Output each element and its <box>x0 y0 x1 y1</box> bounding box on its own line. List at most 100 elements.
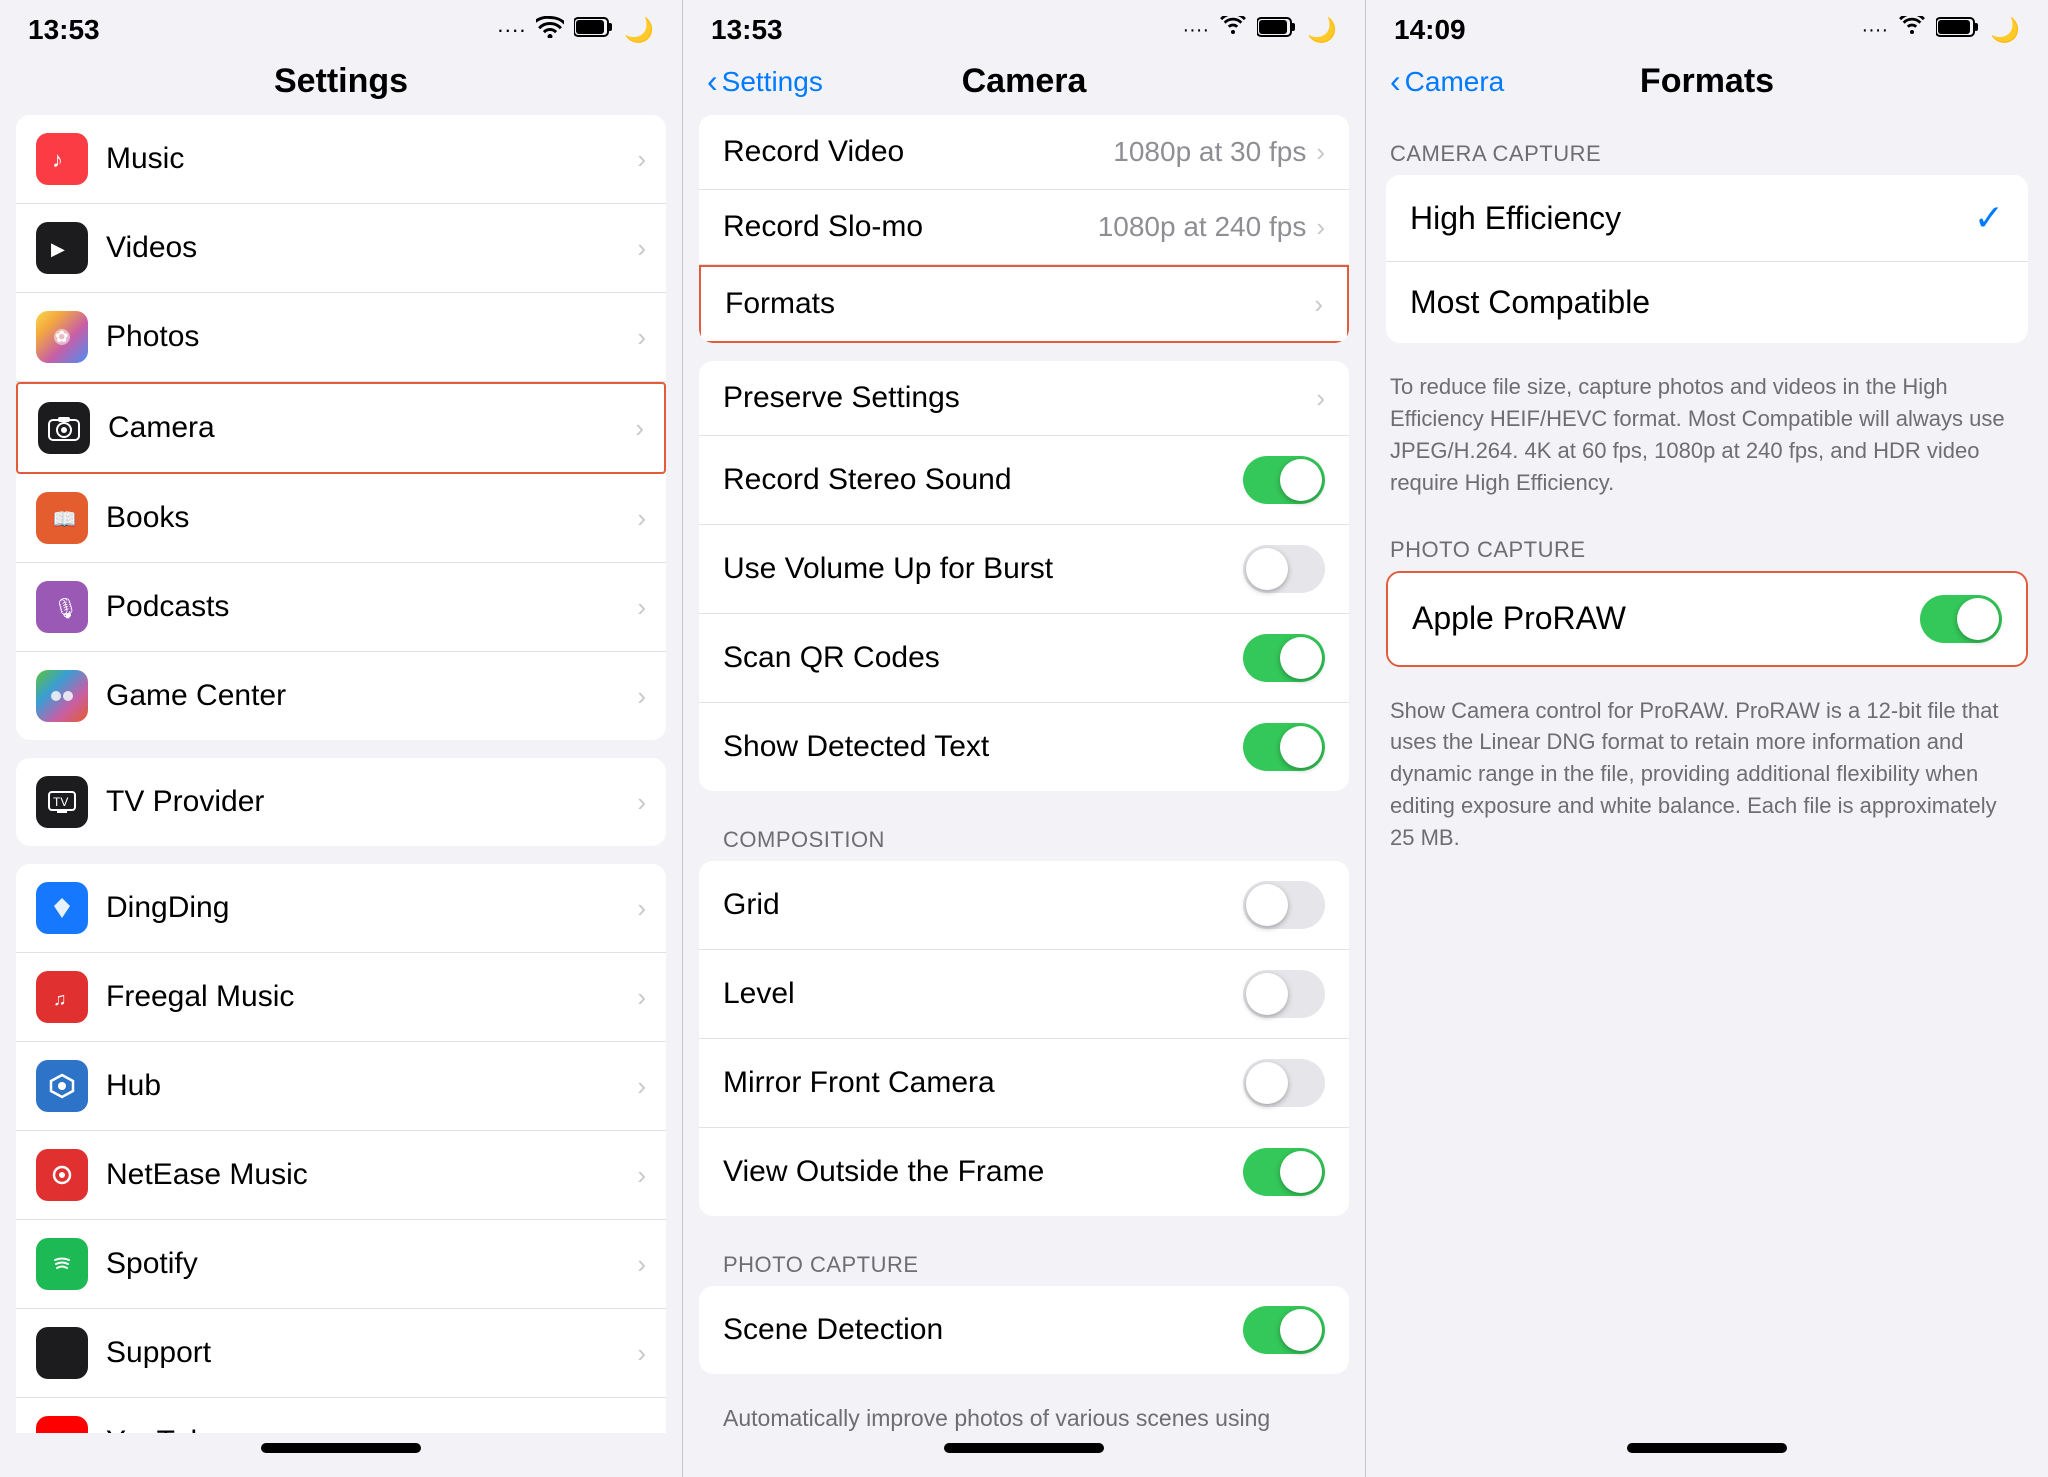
dingding-label: DingDing <box>106 891 637 925</box>
mirror-front-toggle[interactable] <box>1243 1059 1325 1107</box>
time-3: 14:09 <box>1394 14 1466 46</box>
camera-icon <box>38 402 90 454</box>
back-button-3[interactable]: ‹ Camera <box>1390 63 1504 100</box>
sidebar-item-hub[interactable]: Hub › <box>16 1042 666 1131</box>
sidebar-item-support[interactable]: Support › <box>16 1309 666 1398</box>
chevron-books: › <box>637 503 646 534</box>
moon-icon-3: 🌙 <box>1990 16 2020 45</box>
show-text-toggle[interactable] <box>1243 723 1325 771</box>
scan-qr-toggle[interactable] <box>1243 634 1325 682</box>
svg-text:♫: ♫ <box>53 989 67 1009</box>
formats-item[interactable]: Formats › <box>699 265 1349 343</box>
support-icon <box>36 1327 88 1379</box>
sidebar-item-camera[interactable]: Camera › <box>16 382 666 474</box>
svg-text:📖: 📖 <box>52 509 76 531</box>
tvprovider-label: TV Provider <box>106 785 637 819</box>
nav-bar-3: ‹ Camera Formats <box>1366 54 2048 115</box>
level-item[interactable]: Level <box>699 950 1349 1039</box>
sidebar-item-tvprovider[interactable]: TV TV Provider › <box>16 758 666 846</box>
grid-item[interactable]: Grid <box>699 861 1349 950</box>
view-outside-item[interactable]: View Outside the Frame <box>699 1128 1349 1216</box>
back-label-2: Settings <box>722 66 823 98</box>
record-slomo-label: Record Slo-mo <box>723 210 1098 244</box>
sidebar-item-dingding[interactable]: DingDing › <box>16 864 666 953</box>
sidebar-item-gamecenter[interactable]: Game Center › <box>16 652 666 740</box>
scene-detection-item[interactable]: Scene Detection <box>699 1286 1349 1374</box>
sidebar-item-videos[interactable]: ▶ Videos › <box>16 204 666 293</box>
status-icons-2: ···· 🌙 <box>1182 16 1337 45</box>
scene-detection-toggle[interactable] <box>1243 1306 1325 1354</box>
formats-scroll[interactable]: CAMERA CAPTURE High Efficiency ✓ Most Co… <box>1366 115 2048 1433</box>
signal-icon-2: ···· <box>1182 19 1209 42</box>
settings-group-1: ♪ Music › ▶ Videos › ✿ <box>16 115 666 740</box>
view-outside-toggle[interactable] <box>1243 1148 1325 1196</box>
photos-label: Photos <box>106 320 637 354</box>
settings-scroll[interactable]: ♪ Music › ▶ Videos › ✿ <box>0 115 682 1433</box>
sidebar-item-netease[interactable]: NetEase Music › <box>16 1131 666 1220</box>
record-stereo-item[interactable]: Record Stereo Sound <box>699 436 1349 525</box>
sidebar-item-youtube[interactable]: YouTube › <box>16 1398 666 1433</box>
sidebar-item-books[interactable]: 📖 Books › <box>16 474 666 563</box>
support-label: Support <box>106 1336 637 1370</box>
show-text-label: Show Detected Text <box>723 730 1243 764</box>
tvprovider-icon: TV <box>36 776 88 828</box>
volume-burst-item[interactable]: Use Volume Up for Burst <box>699 525 1349 614</box>
composition-group: Grid Level Mirror Front Camera View Outs… <box>699 861 1349 1216</box>
formats-panel: 14:09 ···· 🌙 ‹ Camera Formats CAMERA CAP… <box>1365 0 2048 1477</box>
mirror-front-label: Mirror Front Camera <box>723 1066 1243 1100</box>
high-efficiency-label: High Efficiency <box>1410 200 1974 237</box>
formats-chevron: › <box>1314 289 1323 320</box>
formats-label: Formats <box>725 287 1314 321</box>
sidebar-item-music[interactable]: ♪ Music › <box>16 115 666 204</box>
record-stereo-label: Record Stereo Sound <box>723 463 1243 497</box>
back-button-2[interactable]: ‹ Settings <box>707 63 823 100</box>
proraw-description: Show Camera control for ProRAW. ProRAW i… <box>1366 685 2048 874</box>
chevron-music: › <box>637 144 646 175</box>
svg-text:🎙: 🎙 <box>53 598 76 620</box>
status-icons-3: ···· 🌙 <box>1861 16 2020 45</box>
battery-icon-2 <box>1257 16 1297 44</box>
camera-capture-group: High Efficiency ✓ Most Compatible <box>1386 175 2028 343</box>
record-stereo-toggle[interactable] <box>1243 456 1325 504</box>
view-outside-label: View Outside the Frame <box>723 1155 1243 1189</box>
apple-proraw-item[interactable]: Apple ProRAW <box>1388 573 2026 665</box>
grid-label: Grid <box>723 888 1243 922</box>
home-bar-3 <box>1366 1433 2048 1477</box>
chevron-support: › <box>637 1338 646 1369</box>
sidebar-item-freegal[interactable]: ♫ Freegal Music › <box>16 953 666 1042</box>
netease-icon <box>36 1149 88 1201</box>
preserve-settings-label: Preserve Settings <box>723 381 1316 415</box>
level-toggle[interactable] <box>1243 970 1325 1018</box>
camera-scroll[interactable]: Record Video 1080p at 30 fps › Record Sl… <box>683 115 1365 1433</box>
books-label: Books <box>106 501 637 535</box>
sidebar-item-photos[interactable]: ✿ Photos › <box>16 293 666 382</box>
volume-burst-toggle[interactable] <box>1243 545 1325 593</box>
photo-capture-group-2: Scene Detection <box>699 1286 1349 1374</box>
most-compatible-label: Most Compatible <box>1410 284 2004 321</box>
gamecenter-label: Game Center <box>106 679 637 713</box>
camera-group-1: Record Video 1080p at 30 fps › Record Sl… <box>699 115 1349 343</box>
proraw-toggle[interactable] <box>1920 595 2002 643</box>
sidebar-item-podcasts[interactable]: 🎙 Podcasts › <box>16 563 666 652</box>
grid-toggle[interactable] <box>1243 881 1325 929</box>
most-compatible-item[interactable]: Most Compatible <box>1386 262 2028 343</box>
show-text-item[interactable]: Show Detected Text <box>699 703 1349 791</box>
high-efficiency-item[interactable]: High Efficiency ✓ <box>1386 175 2028 262</box>
hub-icon <box>36 1060 88 1112</box>
photo-capture-group-3: Apple ProRAW <box>1386 571 2028 667</box>
books-icon: 📖 <box>36 492 88 544</box>
record-video-item[interactable]: Record Video 1080p at 30 fps › <box>699 115 1349 190</box>
mirror-front-item[interactable]: Mirror Front Camera <box>699 1039 1349 1128</box>
camera-page-title: Camera <box>962 62 1087 101</box>
chevron-dingding: › <box>637 893 646 924</box>
scan-qr-item[interactable]: Scan QR Codes <box>699 614 1349 703</box>
back-chevron-2: ‹ <box>707 63 718 100</box>
camera-panel: 13:53 ···· 🌙 ‹ Settings Camera Record Vi… <box>682 0 1365 1477</box>
chevron-videos: › <box>637 233 646 264</box>
chevron-spotify: › <box>637 1249 646 1280</box>
preserve-settings-item[interactable]: Preserve Settings › <box>699 361 1349 436</box>
record-slomo-item[interactable]: Record Slo-mo 1080p at 240 fps › <box>699 190 1349 265</box>
podcasts-icon: 🎙 <box>36 581 88 633</box>
page-title-1: Settings <box>274 62 408 101</box>
sidebar-item-spotify[interactable]: Spotify › <box>16 1220 666 1309</box>
